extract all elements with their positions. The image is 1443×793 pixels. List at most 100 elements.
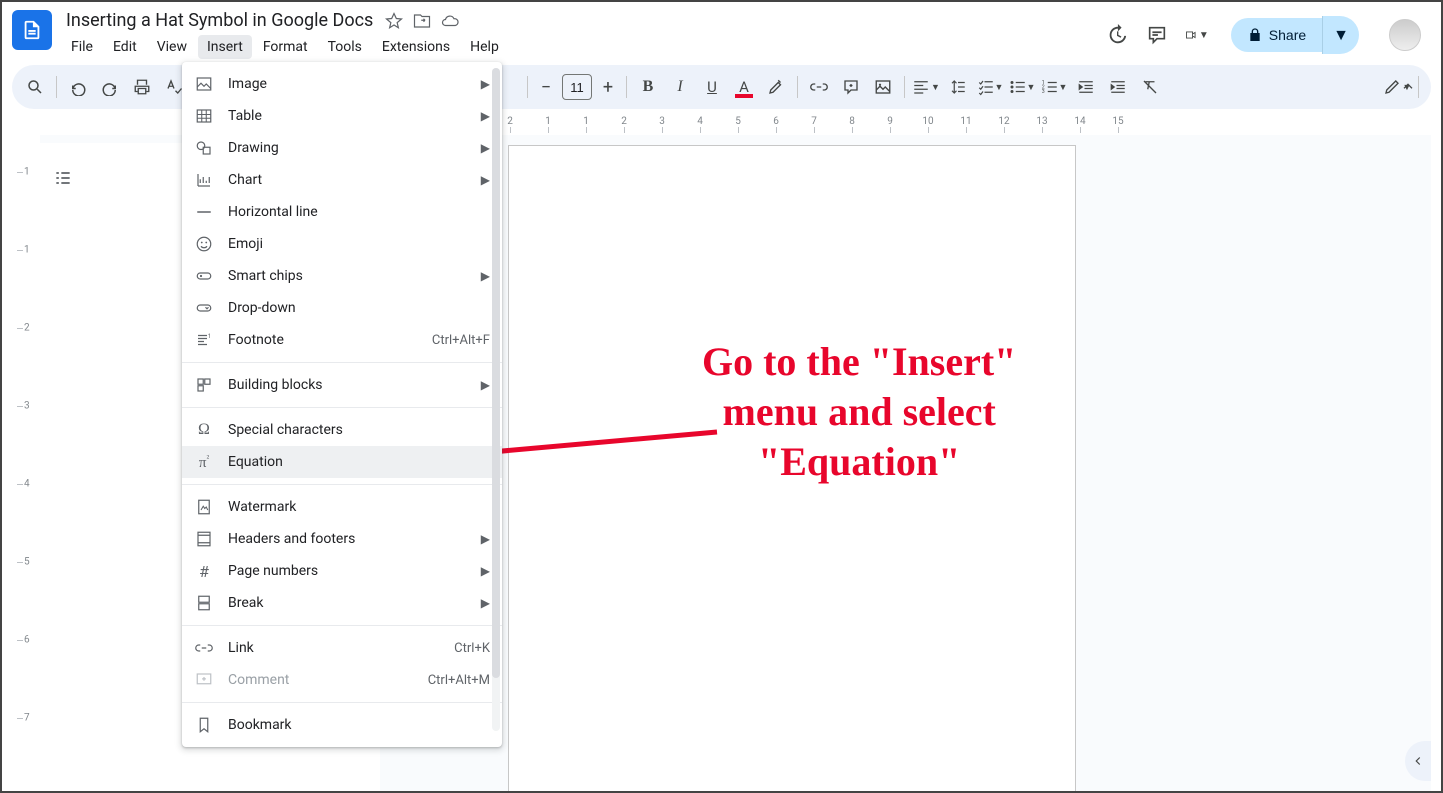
svg-text:1: 1 <box>208 333 211 340</box>
emoji-icon <box>194 234 214 254</box>
annotation-text: Go to the "Insert" menu and select "Equa… <box>702 337 1016 487</box>
redo-icon[interactable] <box>95 72 125 102</box>
menu-separator <box>182 484 502 485</box>
menu-extensions[interactable]: Extensions <box>373 35 459 59</box>
submenu-arrow-icon: ▶ <box>481 532 490 546</box>
menu-item-watermark[interactable]: Watermark <box>182 491 502 523</box>
dropdown-icon <box>194 298 214 318</box>
account-avatar[interactable] <box>1389 19 1421 51</box>
menu-insert[interactable]: Insert <box>198 35 252 59</box>
submenu-arrow-icon: ▶ <box>481 269 490 283</box>
font-size-decrease[interactable]: − <box>534 75 558 99</box>
hide-toolbar-icon[interactable] <box>1393 72 1423 102</box>
menu-item-special-characters[interactable]: Ω Special characters <box>182 414 502 446</box>
meet-icon[interactable]: ▼ <box>1185 23 1209 47</box>
text-color-icon[interactable]: A <box>729 72 759 102</box>
menu-separator <box>182 362 502 363</box>
menu-item-image[interactable]: Image ▶ <box>182 68 502 100</box>
undo-icon[interactable] <box>63 72 93 102</box>
menu-view[interactable]: View <box>148 35 196 59</box>
submenu-arrow-icon: ▶ <box>481 109 490 123</box>
italic-icon[interactable]: I <box>665 72 695 102</box>
submenu-arrow-icon: ▶ <box>481 77 490 91</box>
insert-comment-icon[interactable] <box>836 72 866 102</box>
lock-icon <box>1247 27 1263 43</box>
image-icon <box>194 74 214 94</box>
insert-menu-dropdown: Image ▶ Table ▶ Drawing ▶ Chart ▶ Horizo… <box>182 62 502 747</box>
title-bar: Inserting a Hat Symbol in Google Docs Fi… <box>2 2 1441 59</box>
menu-separator <box>182 702 502 703</box>
clear-formatting-icon[interactable] <box>1135 72 1165 102</box>
bold-icon[interactable]: B <box>633 72 663 102</box>
equation-icon: π² <box>194 452 214 472</box>
checklist-icon[interactable]: ▼ <box>975 72 1005 102</box>
menu-item-footnote[interactable]: 1 Footnote Ctrl+Alt+F <box>182 324 502 356</box>
font-size-increase[interactable]: + <box>596 75 620 99</box>
document-title[interactable]: Inserting a Hat Symbol in Google Docs <box>62 8 377 33</box>
menu-item-horizontal-line[interactable]: Horizontal line <box>182 196 502 228</box>
underline-icon[interactable]: U <box>697 72 727 102</box>
menu-tools[interactable]: Tools <box>319 35 371 59</box>
line-spacing-icon[interactable] <box>943 72 973 102</box>
history-icon[interactable] <box>1105 23 1129 47</box>
menu-file[interactable]: File <box>62 35 102 59</box>
side-panel-toggle[interactable] <box>1405 741 1431 781</box>
footnote-shortcut: Ctrl+Alt+F <box>432 333 490 348</box>
docs-app-icon[interactable] <box>12 10 52 50</box>
share-button-group: Share ▼ <box>1225 16 1359 54</box>
insert-image-icon[interactable] <box>868 72 898 102</box>
print-icon[interactable] <box>127 72 157 102</box>
bulleted-list-icon[interactable]: ▼ <box>1007 72 1037 102</box>
menu-item-headers-footers[interactable]: Headers and footers ▶ <box>182 523 502 555</box>
menu-item-page-numbers[interactable]: # Page numbers ▶ <box>182 555 502 587</box>
cloud-status-icon[interactable] <box>441 12 459 30</box>
share-label: Share <box>1269 27 1306 43</box>
menu-bar: File Edit View Insert Format Tools Exten… <box>62 35 1105 59</box>
menu-item-comment: Comment Ctrl+Alt+M <box>182 664 502 696</box>
font-size-input[interactable] <box>563 80 591 95</box>
footnote-icon: 1 <box>194 330 214 350</box>
submenu-arrow-icon: ▶ <box>481 378 490 392</box>
special-characters-icon: Ω <box>194 420 214 440</box>
outline-toggle-icon[interactable] <box>48 163 78 193</box>
menu-item-equation[interactable]: π² Equation <box>182 446 502 478</box>
submenu-arrow-icon: ▶ <box>481 173 490 187</box>
numbered-list-icon[interactable]: 123▼ <box>1039 72 1069 102</box>
vertical-ruler[interactable]: 11234567 <box>17 142 35 791</box>
star-icon[interactable] <box>385 12 403 30</box>
search-icon[interactable] <box>20 72 50 102</box>
highlight-icon[interactable] <box>761 72 791 102</box>
comments-icon[interactable] <box>1145 23 1169 47</box>
headers-footers-icon <box>194 529 214 549</box>
indent-decrease-icon[interactable] <box>1071 72 1101 102</box>
menu-item-chart[interactable]: Chart ▶ <box>182 164 502 196</box>
menu-item-bookmark[interactable]: Bookmark <box>182 709 502 741</box>
chart-icon <box>194 170 214 190</box>
insert-link-icon[interactable] <box>804 72 834 102</box>
drawing-icon <box>194 138 214 158</box>
header-right-tools: ▼ Share ▼ <box>1105 16 1431 54</box>
share-button[interactable]: Share <box>1231 18 1322 52</box>
menu-scrollbar[interactable] <box>492 68 500 731</box>
menu-item-building-blocks[interactable]: Building blocks ▶ <box>182 369 502 401</box>
horizontal-line-icon <box>194 202 214 222</box>
building-blocks-icon <box>194 375 214 395</box>
menu-edit[interactable]: Edit <box>104 35 146 59</box>
smart-chips-icon <box>194 266 214 286</box>
watermark-icon <box>194 497 214 517</box>
menu-item-link[interactable]: Link Ctrl+K <box>182 632 502 664</box>
menu-item-smart-chips[interactable]: Smart chips ▶ <box>182 260 502 292</box>
menu-item-drawing[interactable]: Drawing ▶ <box>182 132 502 164</box>
menu-item-break[interactable]: Break ▶ <box>182 587 502 619</box>
bookmark-icon <box>194 715 214 735</box>
menu-format[interactable]: Format <box>254 35 317 59</box>
menu-item-emoji[interactable]: Emoji <box>182 228 502 260</box>
menu-item-dropdown[interactable]: Drop-down <box>182 292 502 324</box>
menu-item-table[interactable]: Table ▶ <box>182 100 502 132</box>
indent-increase-icon[interactable] <box>1103 72 1133 102</box>
align-icon[interactable]: ▼ <box>911 72 941 102</box>
submenu-arrow-icon: ▶ <box>481 596 490 610</box>
share-caret[interactable]: ▼ <box>1322 16 1359 54</box>
menu-help[interactable]: Help <box>461 35 508 59</box>
move-icon[interactable] <box>413 12 431 30</box>
